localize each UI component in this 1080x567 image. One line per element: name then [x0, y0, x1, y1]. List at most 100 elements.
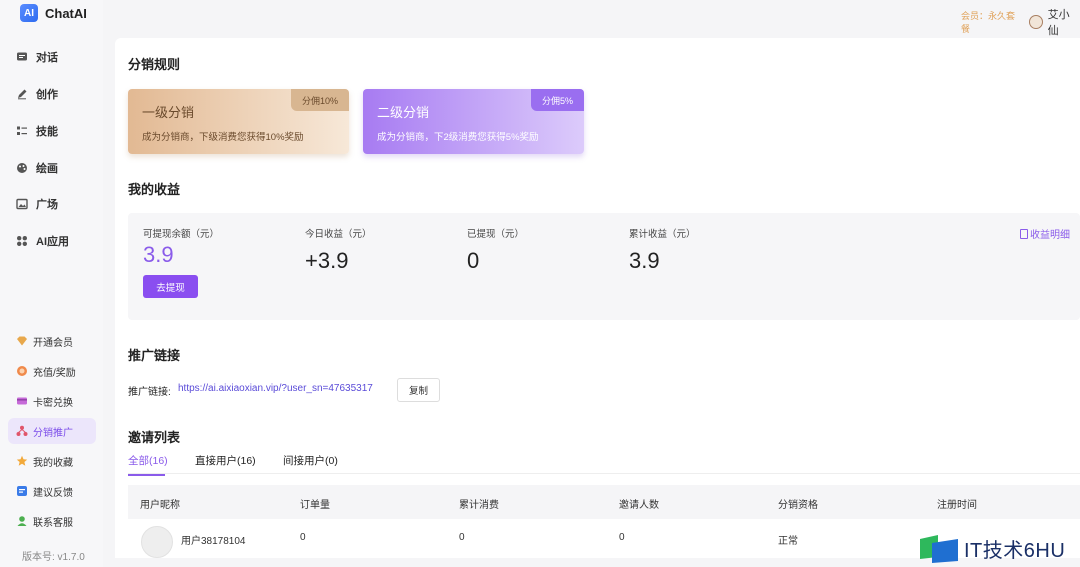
stat-value: +3.9 — [305, 248, 349, 273]
earnings-title: 我的收益 — [128, 182, 181, 197]
nav-item-feedback[interactable]: 建议反馈 — [8, 478, 96, 504]
nav-item-label: 开通会员 — [33, 337, 73, 349]
earnings-panel: 可提现余额（元） 3.9 去提现 今日收益（元） +3.9 已提现（元） 0 累… — [128, 213, 1080, 320]
grid-icon — [16, 235, 28, 247]
earnings-detail-link[interactable]: 收益明细 — [1020, 226, 1070, 241]
stat-label: 累计收益（元） — [629, 229, 696, 240]
nav-item-distribution[interactable]: 分销推广 — [8, 418, 96, 444]
rules-title: 分销规则 — [128, 57, 181, 72]
invites-title: 邀请列表 — [128, 430, 181, 445]
col-nickname: 用户昵称 — [140, 500, 180, 511]
image-icon — [16, 198, 28, 210]
card-icon — [16, 395, 28, 407]
nav-item-skills[interactable]: 技能 — [16, 121, 58, 141]
user-avatar[interactable] — [1028, 15, 1043, 29]
chat-icon — [16, 51, 28, 63]
nav-item-membership[interactable]: 开通会员 — [8, 328, 96, 354]
service-icon — [16, 515, 28, 527]
table-header: 用户昵称 订单量 累计消费 邀请人数 分销资格 注册时间 — [128, 485, 1080, 519]
version-label: 版本号: v1.7.0 — [22, 552, 85, 563]
avatar — [141, 526, 173, 558]
nav-item-chat[interactable]: 对话 — [16, 47, 58, 67]
share-icon — [16, 425, 28, 437]
membership-status[interactable]: 会员：永久套餐 — [961, 9, 1023, 35]
nav-item-recharge[interactable]: 充值/奖励 — [8, 358, 96, 384]
tab-indirect[interactable]: 间接用户(0) — [283, 453, 338, 468]
level1-tag: 分佣10% — [290, 89, 349, 111]
nav-item-square[interactable]: 广场 — [16, 194, 58, 214]
nav-item-label: 充值/奖励 — [33, 367, 76, 379]
level2-title: 二级分销 — [377, 105, 430, 120]
cell-nickname: 用户38178104 — [181, 536, 246, 547]
promo-url[interactable]: https://ai.aixiaoxian.vip/?user_sn=47635… — [178, 383, 373, 394]
promo-title: 推广链接 — [128, 348, 181, 363]
stat-label: 今日收益（元） — [305, 229, 372, 240]
watermark-text: IT技术6HU — [964, 539, 1066, 562]
app-logo[interactable]: AI ChatAI — [20, 4, 87, 22]
cell-orders: 0 — [300, 532, 306, 543]
nav-item-ai-apps[interactable]: AI应用 — [16, 231, 69, 251]
nav-item-label: 分销推广 — [33, 427, 73, 439]
promo-label: 推广链接: — [128, 387, 171, 398]
app-name: ChatAI — [45, 5, 87, 21]
stat-label: 已提现（元） — [467, 229, 525, 240]
nav-item-label: 建议反馈 — [33, 487, 73, 499]
stat-value: 3.9 — [143, 242, 174, 267]
level1-card: 一级分销 成为分销商，下级消费您获得10%奖励 分佣10% — [128, 89, 349, 154]
feedback-icon — [16, 485, 28, 497]
stat-value: 0 — [467, 248, 480, 273]
nav-item-label: 广场 — [36, 199, 58, 211]
coin-icon — [16, 365, 28, 377]
level2-tag: 分佣5% — [530, 89, 584, 111]
col-register-time: 注册时间 — [937, 500, 977, 511]
nav-item-label: 创作 — [36, 89, 58, 101]
nav-item-label: 我的收藏 — [33, 457, 73, 469]
list-icon — [16, 125, 28, 137]
document-icon — [1020, 229, 1028, 239]
stat-total: 累计收益（元） 3.9 — [629, 226, 696, 274]
pen-icon — [16, 88, 28, 100]
nav-item-support[interactable]: 联系客服 — [8, 508, 96, 534]
nav-item-label: 对话 — [36, 52, 58, 64]
nav-item-paint[interactable]: 绘画 — [16, 158, 58, 178]
nav-item-label: AI应用 — [36, 236, 69, 248]
palette-icon — [16, 162, 28, 174]
level2-card: 二级分销 成为分销商，下2级消费您获得5%奖励 分佣5% — [363, 89, 584, 154]
stat-value: 3.9 — [629, 248, 660, 273]
level1-title: 一级分销 — [142, 105, 195, 120]
logo-mark-icon: AI — [20, 4, 38, 22]
col-qualification: 分销资格 — [778, 500, 818, 511]
diamond-icon — [16, 335, 28, 347]
star-icon — [16, 455, 28, 467]
col-orders: 订单量 — [300, 500, 330, 511]
nav-item-label: 绘画 — [36, 163, 58, 175]
col-invited: 邀请人数 — [619, 500, 659, 511]
stat-available: 可提现余额（元） — [143, 226, 219, 240]
tab-all[interactable]: 全部(16) — [128, 453, 168, 468]
watermark-logo-icon — [918, 533, 960, 563]
sidebar: AI ChatAI 对话 创作 技能 绘画 广场 AI应用 开通会员 充值/奖励… — [0, 0, 103, 567]
withdraw-button[interactable]: 去提现 — [143, 275, 198, 298]
col-spend: 累计消费 — [459, 500, 499, 511]
stat-label: 可提现余额（元） — [143, 229, 220, 240]
earnings-detail-label: 收益明细 — [1030, 230, 1070, 241]
stat-today: 今日收益（元） +3.9 — [305, 226, 372, 274]
nav-item-label: 联系客服 — [33, 517, 73, 529]
copy-button[interactable]: 复制 — [397, 378, 440, 402]
nav-item-favorites[interactable]: 我的收藏 — [8, 448, 96, 474]
tab-active-underline — [128, 474, 165, 476]
level2-desc: 成为分销商，下2级消费您获得5%奖励 — [377, 132, 539, 143]
cell-qualification: 正常 — [778, 536, 798, 547]
nav-item-create[interactable]: 创作 — [16, 84, 58, 104]
tab-direct[interactable]: 直接用户(16) — [195, 453, 256, 468]
cell-invited: 0 — [619, 532, 625, 543]
nav-item-redeem[interactable]: 卡密兑换 — [8, 388, 96, 414]
username[interactable]: 艾小仙 — [1048, 6, 1080, 38]
stat-withdrawn: 已提现（元） 0 — [467, 226, 524, 274]
nav-item-label: 技能 — [36, 126, 58, 138]
tab-divider — [128, 473, 1080, 474]
top-bar: 会员：永久套餐 艾小仙 — [940, 6, 1080, 38]
cell-spend: 0 — [459, 532, 465, 543]
main-panel: 分销规则 一级分销 成为分销商，下级消费您获得10%奖励 分佣10% 二级分销 … — [115, 38, 1080, 558]
stat-available-value-wrap: 3.9 — [143, 242, 174, 268]
